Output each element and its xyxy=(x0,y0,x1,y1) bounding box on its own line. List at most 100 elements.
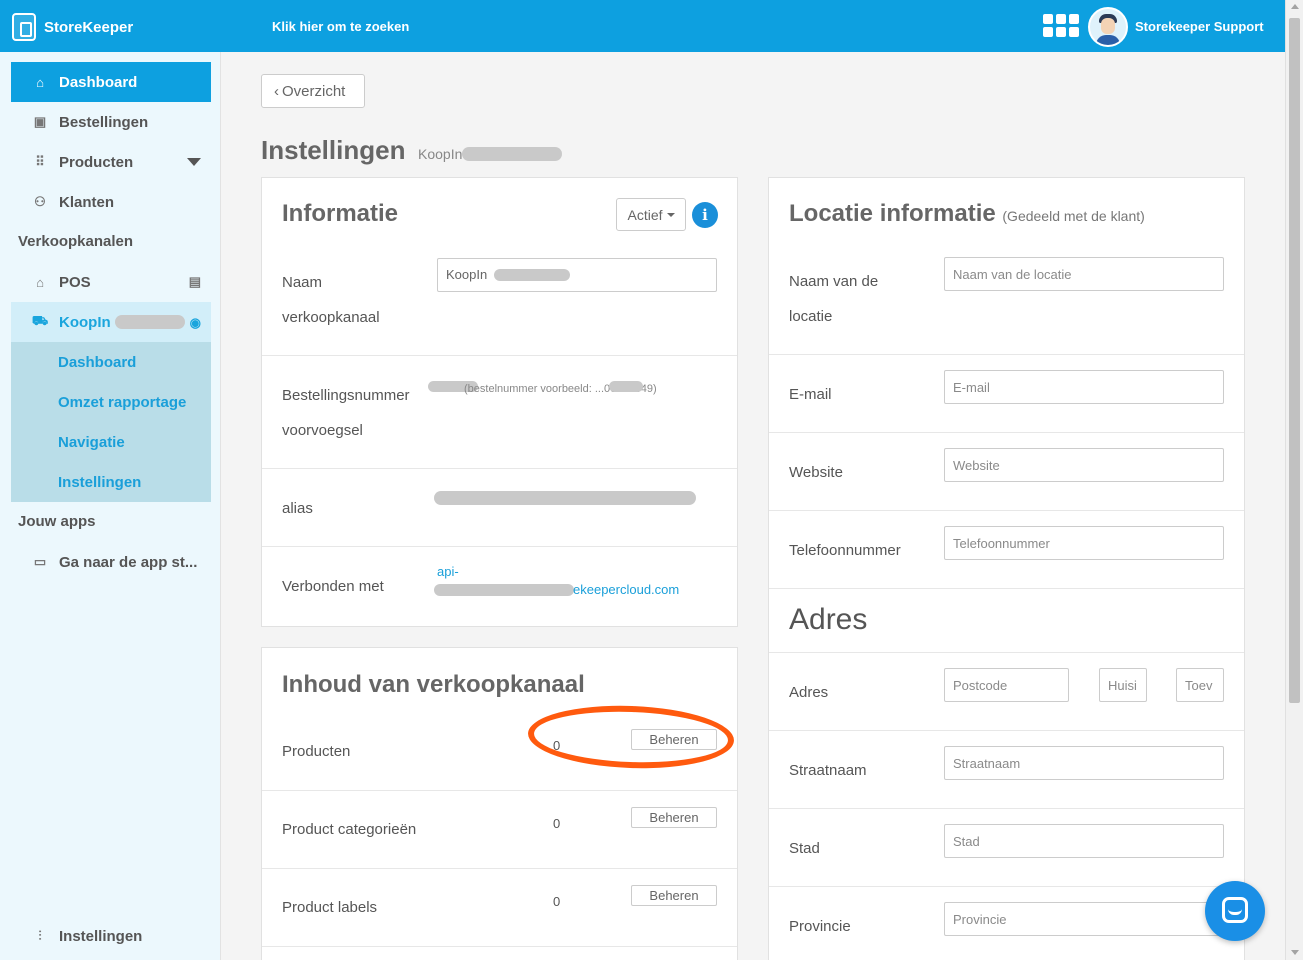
street-field[interactable] xyxy=(944,746,1224,780)
sidebar-item-dashboard[interactable]: ⌂ Dashboard xyxy=(11,62,211,102)
sidebar-item-label: KoopIn xyxy=(59,313,111,331)
sidebar-item-label: Instellingen xyxy=(59,927,143,945)
email-field[interactable] xyxy=(944,370,1224,404)
top-bar: StoreKeeper Klik hier om te zoeken Store… xyxy=(0,0,1285,52)
scroll-up-arrow-icon[interactable] xyxy=(1291,4,1299,9)
chevron-down-icon xyxy=(187,158,201,166)
user-name[interactable]: Storekeeper Support xyxy=(1135,19,1264,34)
location-panel-title: Locatie informatie (Gedeeld met de klant… xyxy=(789,200,1145,228)
order-prefix-label-line1: Bestellingsnummer xyxy=(282,387,410,404)
sidebar-subitem-dashboard[interactable]: Dashboard xyxy=(11,342,211,382)
labels-count: 0 xyxy=(553,894,561,909)
location-panel-title-note: (Gedeeld met de klant) xyxy=(1002,208,1145,224)
users-icon: ⚇ xyxy=(34,194,46,209)
website-field[interactable] xyxy=(944,448,1224,482)
alias-label: alias xyxy=(282,500,313,517)
content-panel: Inhoud van verkoopkanaal Producten 0 Beh… xyxy=(261,647,738,960)
manage-labels-button[interactable]: Beheren xyxy=(631,885,717,906)
page-title: Instellingen xyxy=(261,135,406,165)
location-name-label-line2: locatie xyxy=(789,308,833,325)
sidebar-subitem-navigation[interactable]: Navigatie xyxy=(11,422,211,462)
back-button-label: Overzicht xyxy=(282,82,346,100)
cash-register-icon[interactable]: ▤ xyxy=(189,274,201,290)
location-name-input[interactable] xyxy=(944,257,1224,291)
city-label: Stad xyxy=(789,840,820,857)
sidebar-item-label: POS xyxy=(59,273,91,291)
address-heading: Adres xyxy=(789,603,868,636)
sidebar-item-customers[interactable]: ⚇ Klanten xyxy=(11,182,211,222)
house-addition-field[interactable] xyxy=(1176,668,1224,702)
shopping-bag-icon xyxy=(12,13,36,41)
categories-label: Product categorieën xyxy=(282,821,417,838)
brand[interactable]: StoreKeeper xyxy=(12,13,133,41)
redaction xyxy=(462,147,562,161)
folder-icon: ▭ xyxy=(33,554,47,569)
connected-label: Verbonden met xyxy=(282,578,384,595)
back-button[interactable]: ‹ Overzicht xyxy=(261,74,365,108)
chevron-left-icon: ‹ xyxy=(274,82,279,100)
redaction xyxy=(494,269,570,281)
phone-field[interactable] xyxy=(944,526,1224,560)
connected-link-line1[interactable]: api- xyxy=(437,563,459,581)
city-field[interactable] xyxy=(944,824,1224,858)
province-label: Provincie xyxy=(789,918,851,935)
orders-icon: ▣ xyxy=(33,114,47,129)
caret-down-icon xyxy=(666,212,675,217)
sidebar-item-label: Dashboard xyxy=(59,73,138,91)
products-label: Producten xyxy=(282,743,351,760)
brand-name: StoreKeeper xyxy=(44,18,134,36)
channel-name-label-line1: Naam xyxy=(282,274,323,291)
avatar[interactable] xyxy=(1088,7,1128,47)
sidebar-item-label: Klanten xyxy=(59,193,115,211)
page-scrollbar[interactable] xyxy=(1285,0,1303,960)
connected-link-line2[interactable]: ekeepercloud.com xyxy=(573,581,679,599)
redaction xyxy=(115,315,185,329)
redaction xyxy=(434,491,696,505)
province-field[interactable] xyxy=(944,902,1224,936)
eye-icon[interactable]: ◉ xyxy=(190,315,201,331)
section-your-apps: Jouw apps xyxy=(18,513,96,530)
scroll-down-arrow-icon[interactable] xyxy=(1291,950,1299,955)
sidebar-item-app-store[interactable]: ▭ Ga naar de app st... xyxy=(11,542,211,582)
sidebar-item-label: Producten xyxy=(59,153,134,171)
section-sales-channels: Verkoopkanalen xyxy=(18,233,134,250)
sidebar-item-orders[interactable]: ▣ Bestellingen xyxy=(11,102,211,142)
sliders-icon: ⫶ xyxy=(38,928,42,943)
address-label: Adres xyxy=(789,684,829,701)
manage-categories-button[interactable]: Beheren xyxy=(631,807,717,828)
search-link[interactable]: Klik hier om te zoeken xyxy=(272,19,409,34)
email-label: E-mail xyxy=(789,386,832,403)
status-dropdown-label: Actief xyxy=(627,206,663,223)
status-dropdown[interactable]: Actief xyxy=(616,198,686,231)
grid-icon: ⠿ xyxy=(35,154,45,169)
order-prefix-label-line2: voorvoegsel xyxy=(282,422,363,439)
apps-grid-icon[interactable] xyxy=(1043,14,1079,40)
channel-name-input[interactable]: KoopIn xyxy=(437,258,717,292)
sidebar-subitem-revenue-report[interactable]: Omzet rapportage xyxy=(11,382,211,422)
home-icon: ⌂ xyxy=(36,74,44,90)
sidebar-item-pos[interactable]: ⌂ POS ▤ xyxy=(11,262,211,302)
redaction xyxy=(434,584,574,596)
info-icon[interactable]: i xyxy=(692,202,718,228)
categories-count: 0 xyxy=(553,816,561,831)
sidebar: ⌂ Dashboard ▣ Bestellingen ⠿ Producten ⚇… xyxy=(0,52,221,960)
sidebar-item-channel[interactable]: ⛟ KoopIn ◉ xyxy=(11,302,211,342)
sidebar-item-label: Ga naar de app st... xyxy=(59,553,198,571)
postcode-field[interactable] xyxy=(944,668,1069,702)
info-panel: Informatie Actief i Naam verkoopkanaal K… xyxy=(261,177,738,627)
location-name-label-line1: Naam van de xyxy=(789,273,879,290)
sidebar-item-products[interactable]: ⠿ Producten xyxy=(11,142,211,182)
website-label: Website xyxy=(789,464,843,481)
location-panel: Locatie informatie (Gedeeld met de klant… xyxy=(768,177,1245,960)
content-panel-title: Inhoud van verkoopkanaal xyxy=(282,671,585,698)
scroll-thumb[interactable] xyxy=(1289,18,1300,703)
house-number-field[interactable] xyxy=(1099,668,1147,702)
sidebar-item-settings[interactable]: ⫶ Instellingen xyxy=(11,916,211,956)
sidebar-subitem-settings[interactable]: Instellingen xyxy=(11,462,211,502)
location-panel-title-text: Locatie informatie xyxy=(789,200,996,227)
chat-button[interactable] xyxy=(1205,881,1265,941)
phone-label: Telefoonnummer xyxy=(789,542,901,559)
labels-label: Product labels xyxy=(282,899,378,916)
cart-icon: ⛟ xyxy=(31,313,49,328)
info-panel-title: Informatie xyxy=(282,200,399,227)
